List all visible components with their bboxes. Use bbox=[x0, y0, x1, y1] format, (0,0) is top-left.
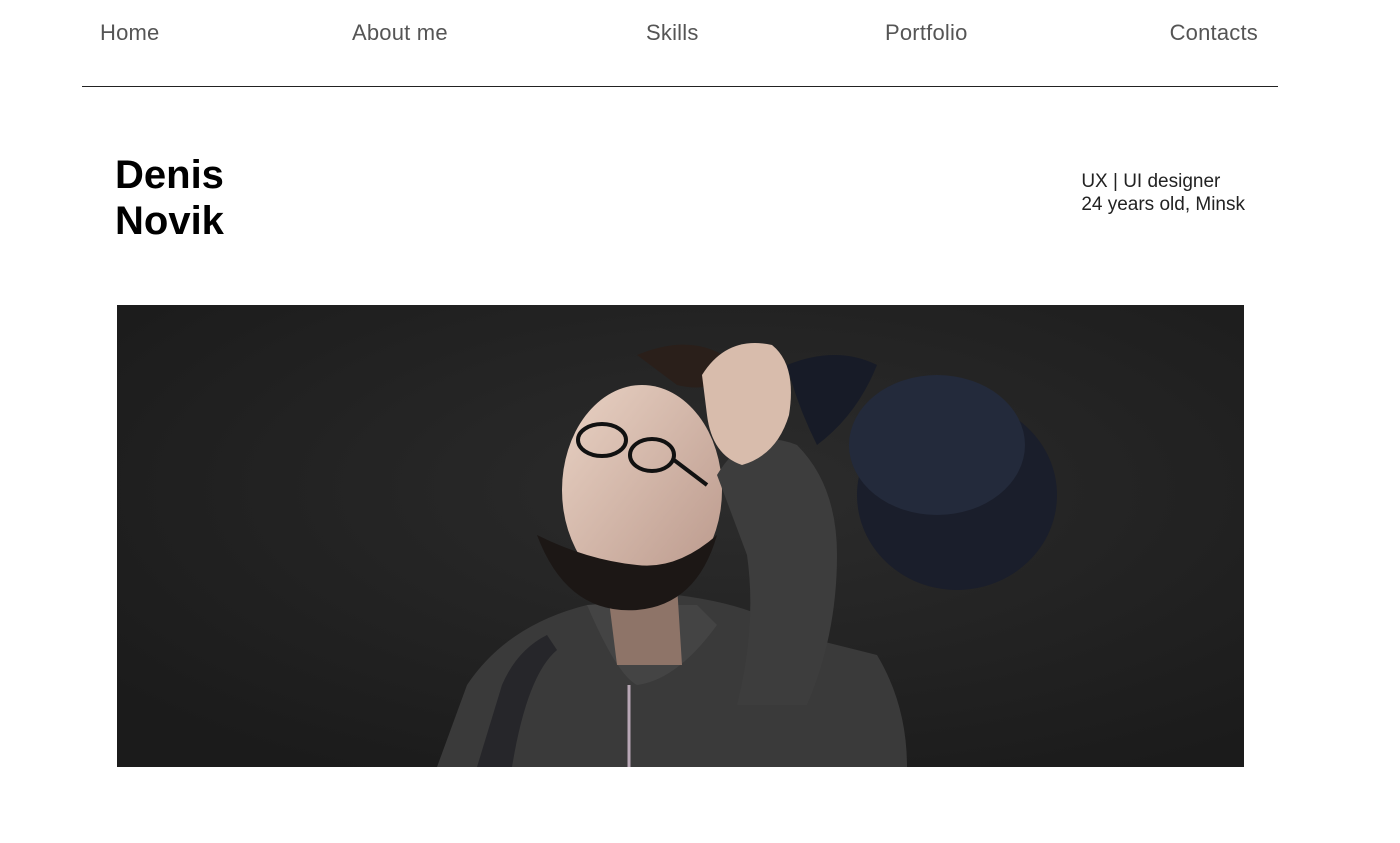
age-location-text: 24 years old, Minsk bbox=[1081, 194, 1245, 215]
nav-about-link[interactable]: About me bbox=[352, 20, 448, 46]
portfolio-page: Home About me Skills Portfolio Contacts … bbox=[0, 0, 1400, 843]
top-navigation: Home About me Skills Portfolio Contacts bbox=[82, 0, 1278, 87]
hero-photo bbox=[117, 305, 1244, 767]
nav-contacts-link[interactable]: Contacts bbox=[1170, 20, 1258, 46]
portrait-illustration bbox=[117, 305, 1244, 767]
last-name: Novik bbox=[115, 199, 224, 243]
nav-skills-link[interactable]: Skills bbox=[646, 20, 699, 46]
person-info: UX | UI designer 24 years old, Minsk bbox=[1081, 170, 1245, 216]
nav-portfolio-link[interactable]: Portfolio bbox=[885, 20, 968, 46]
nav-home-link[interactable]: Home bbox=[100, 20, 160, 46]
person-name: Denis Novik bbox=[115, 152, 224, 244]
first-name: Denis bbox=[115, 153, 224, 197]
role-text: UX | UI designer bbox=[1081, 171, 1221, 192]
